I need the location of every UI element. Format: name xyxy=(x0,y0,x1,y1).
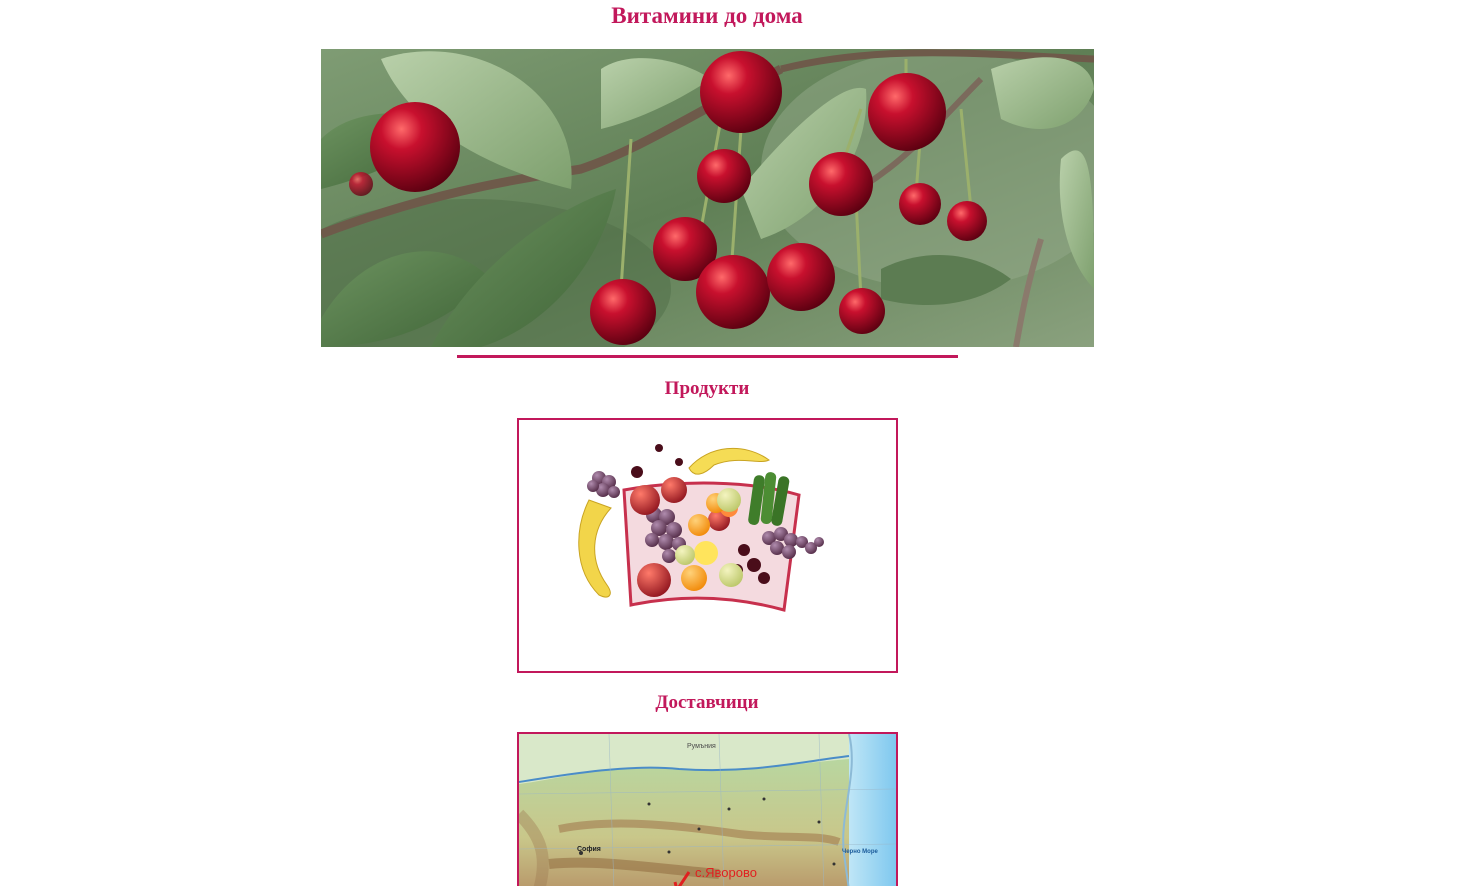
suppliers-section-title: Доставчици xyxy=(655,692,759,713)
map-label-black-sea: Черно Море xyxy=(842,849,879,855)
map-label-sofia: София xyxy=(577,846,601,853)
title-divider xyxy=(457,355,958,358)
products-section-title: Продукти xyxy=(664,378,750,399)
page: Витамини до дома Продукти Доставчици Рум… xyxy=(0,0,1470,886)
map-label-romania: Румъния xyxy=(687,743,716,750)
hero-cherries-image xyxy=(321,49,1094,347)
products-image-frame[interactable] xyxy=(517,418,898,673)
suppliers-map-frame[interactable]: Румъния София Черно Море с.Яворово xyxy=(517,732,898,886)
map-label-village: с.Яворово xyxy=(695,865,757,880)
fruit-tray-image xyxy=(519,420,896,671)
site-title: Витамини до дома xyxy=(611,3,803,28)
bulgaria-map-image: Румъния София Черно Море с.Яворово xyxy=(519,734,896,886)
